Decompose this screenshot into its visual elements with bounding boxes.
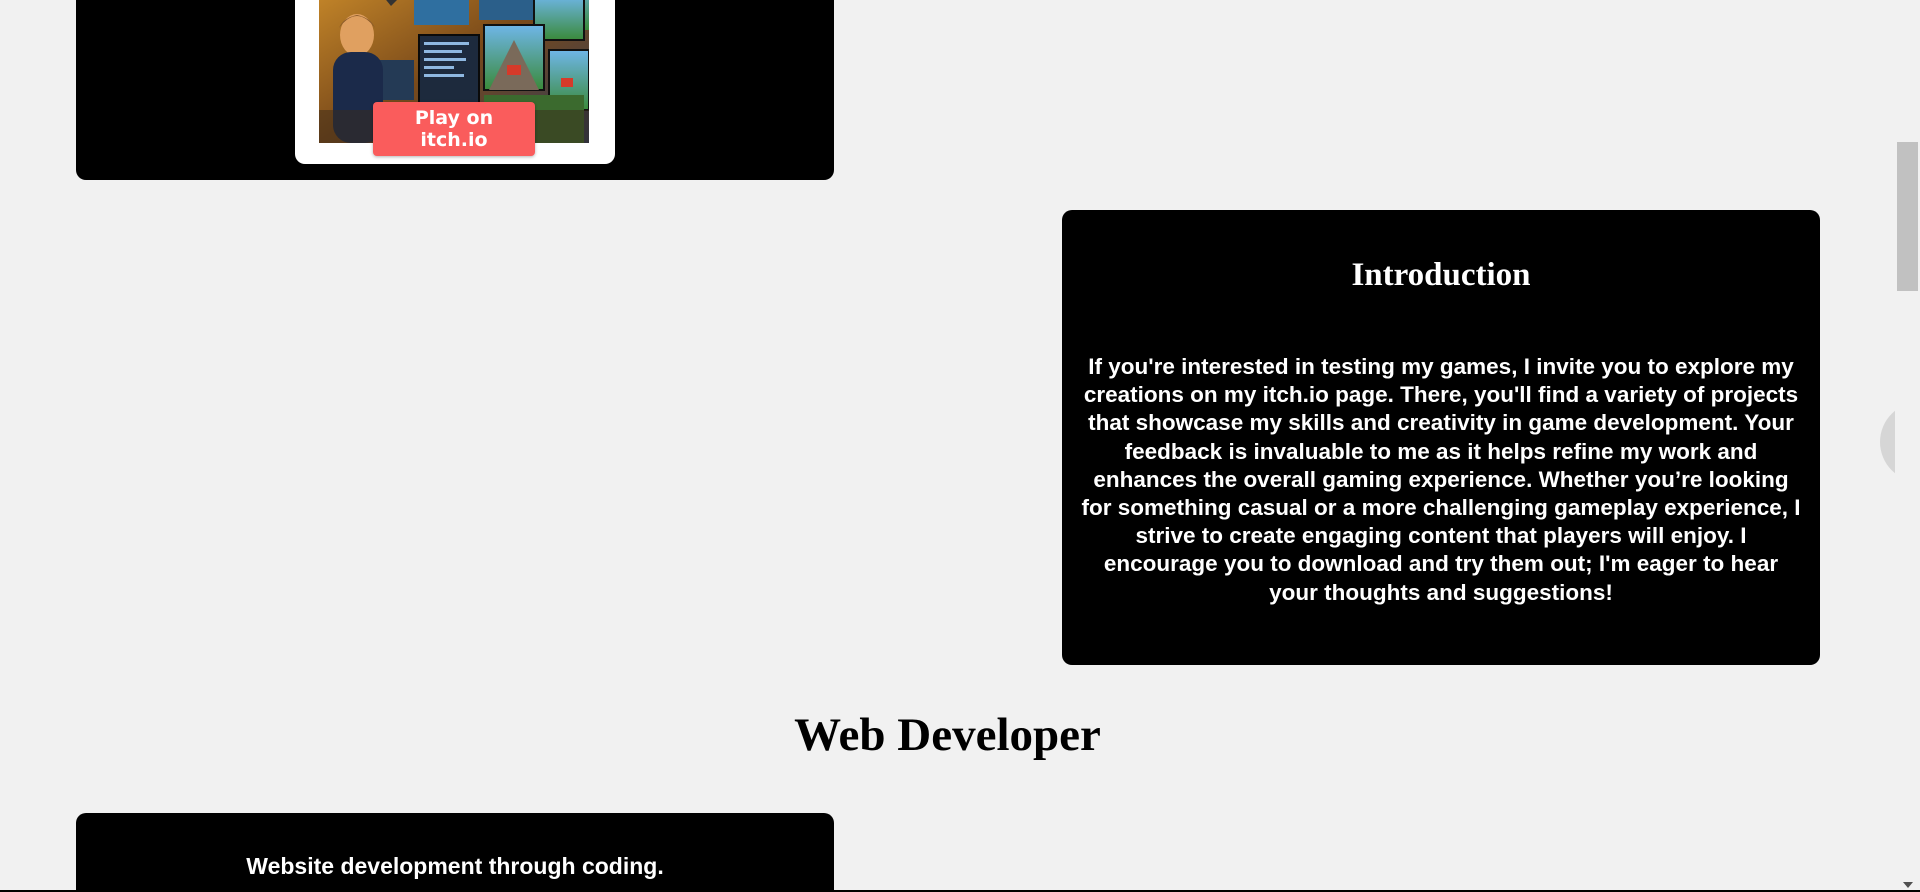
web-developer-card: Website development through coding. [76, 813, 834, 892]
page-viewport: Play on itch.io Introduction If you're i… [0, 0, 1920, 892]
web-developer-heading: Web Developer [794, 709, 1101, 761]
introduction-title: Introduction [1351, 257, 1531, 293]
vertical-scrollbar[interactable] [1895, 0, 1920, 892]
game-embed-frame: Play on itch.io [295, 0, 615, 164]
web-developer-card-text: Website development through coding. [246, 853, 664, 879]
play-on-itchio-button[interactable]: Play on itch.io [373, 102, 535, 156]
scrollbar-thumb[interactable] [1897, 142, 1918, 291]
game-card: Play on itch.io [76, 0, 834, 180]
scroll-down-arrow-icon[interactable] [1903, 882, 1913, 888]
introduction-card: Introduction If you're interested in tes… [1062, 210, 1820, 665]
introduction-body: If you're interested in testing my games… [1081, 354, 1801, 605]
